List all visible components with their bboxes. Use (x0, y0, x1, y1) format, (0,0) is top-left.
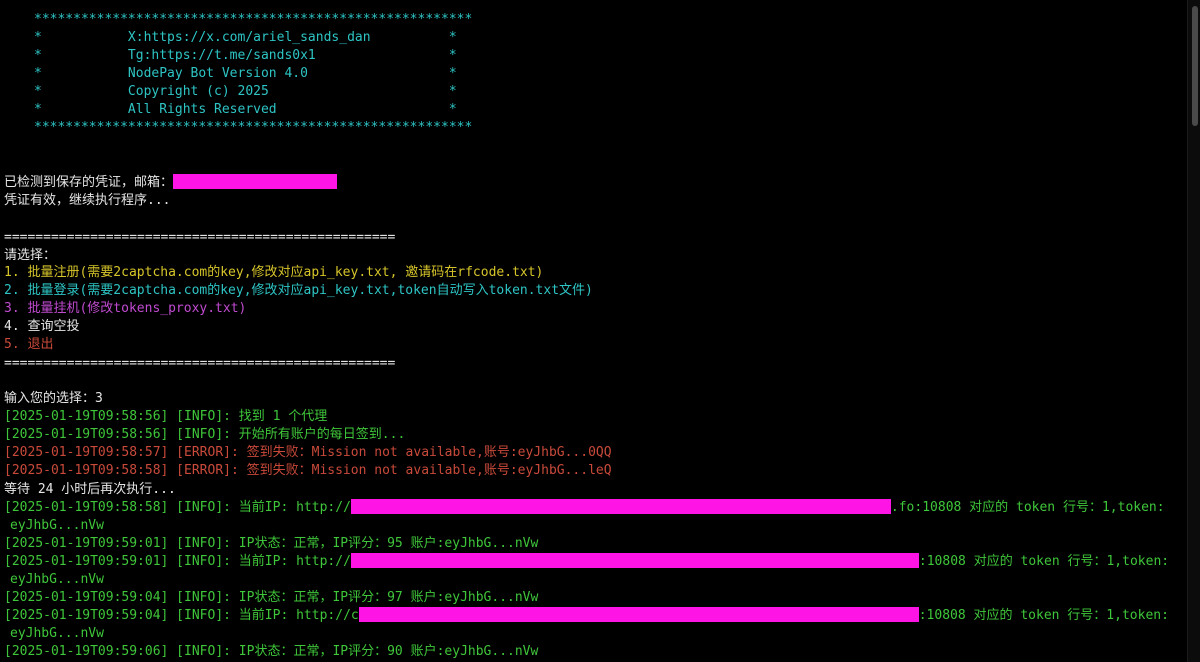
credential-detected-text: 已检测到保存的凭证，邮箱： (4, 175, 174, 190)
log-line-ip: [2025-01-19T09:59:04] [INFO]: 当前IP: http… (4, 607, 1169, 625)
terminal-output[interactable]: ****************************************… (0, 0, 1188, 662)
credential-detected-line: 已检测到保存的凭证，邮箱： (4, 174, 338, 192)
ip-suffix: :10808 对应的 token 行号：1,token: (918, 608, 1169, 623)
redacted-proxy (350, 499, 891, 514)
log-line-ip: [2025-01-19T09:59:01] [INFO]: 当前IP: http… (4, 553, 1169, 571)
menu-option-register: 1. 批量注册(需要2captcha.com的key,修改对应api_key.t… (4, 265, 544, 280)
input-prompt[interactable]: 输入您的选择：3 (4, 390, 103, 408)
redacted-proxy (358, 607, 919, 622)
menu-option-airdrop: 4. 查询空投 (4, 319, 80, 334)
log-token-wrap: eyJhbG...nVw (10, 626, 104, 641)
credential-valid-line: 凭证有效，继续执行程序... (4, 193, 171, 208)
redacted-email (173, 174, 338, 189)
banner-line-tg: * Tg:https://t.me/sands0x1 * (34, 48, 457, 63)
menu-divider-top: ========================================… (4, 230, 396, 245)
log-line: [2025-01-19T09:58:56] [INFO]: 开始所有账户的每日签… (4, 427, 406, 442)
banner-line-x: * X:https://x.com/ariel_sands_dan * (34, 30, 457, 45)
banner-line-version: * NodePay Bot Version 4.0 * (34, 66, 457, 81)
log-line-status: [2025-01-19T09:59:01] [INFO]: IP状态：正常，IP… (4, 536, 539, 551)
ip-prefix: [2025-01-19T09:58:58] [INFO]: 当前IP: http… (4, 500, 351, 515)
banner-border-top: ****************************************… (34, 12, 473, 27)
ip-suffix: .fo:10808 对应的 token 行号：1,token: (890, 500, 1165, 515)
menu-option-farm: 3. 批量挂机(修改tokens_proxy.txt) (4, 301, 247, 316)
log-line-ip: [2025-01-19T09:58:58] [INFO]: 当前IP: http… (4, 499, 1165, 517)
menu-option-login: 2. 批量登录(需要2captcha.com的key,修改对应api_key.t… (4, 283, 593, 298)
log-line-status: [2025-01-19T09:59:06] [INFO]: IP状态：正常，IP… (4, 644, 539, 659)
log-line-status: [2025-01-19T09:59:04] [INFO]: IP状态：正常，IP… (4, 590, 539, 605)
ip-suffix: :10808 对应的 token 行号：1,token: (918, 554, 1170, 569)
log-line-error: [2025-01-19T09:58:57] [ERROR]: 签到失败：Miss… (4, 445, 612, 460)
wait-message: 等待 24 小时后再次执行... (4, 482, 176, 497)
ip-prefix: [2025-01-19T09:59:04] [INFO]: 当前IP: http… (4, 608, 359, 623)
banner-border-bottom: ****************************************… (34, 120, 473, 135)
banner-line-rights: * All Rights Reserved * (34, 102, 457, 117)
menu-divider-bottom: ========================================… (4, 356, 396, 371)
log-token-wrap: eyJhbG...nVw (10, 572, 104, 587)
banner-line-copyright: * Copyright (c) 2025 * (34, 84, 457, 99)
log-line: [2025-01-19T09:58:56] [INFO]: 找到 1 个代理 (4, 409, 328, 424)
terminal-scrollbar[interactable] (1187, 0, 1200, 662)
log-token-wrap: eyJhbG...nVw (10, 518, 104, 533)
ip-prefix: [2025-01-19T09:59:01] [INFO]: 当前IP: http… (4, 554, 351, 569)
log-line-error: [2025-01-19T09:58:58] [ERROR]: 签到失败：Miss… (4, 463, 612, 478)
scrollbar-thumb[interactable] (1192, 6, 1198, 126)
menu-option-exit: 5. 退出 (4, 337, 54, 352)
redacted-proxy (350, 553, 919, 568)
menu-prompt: 请选择： (4, 248, 57, 263)
